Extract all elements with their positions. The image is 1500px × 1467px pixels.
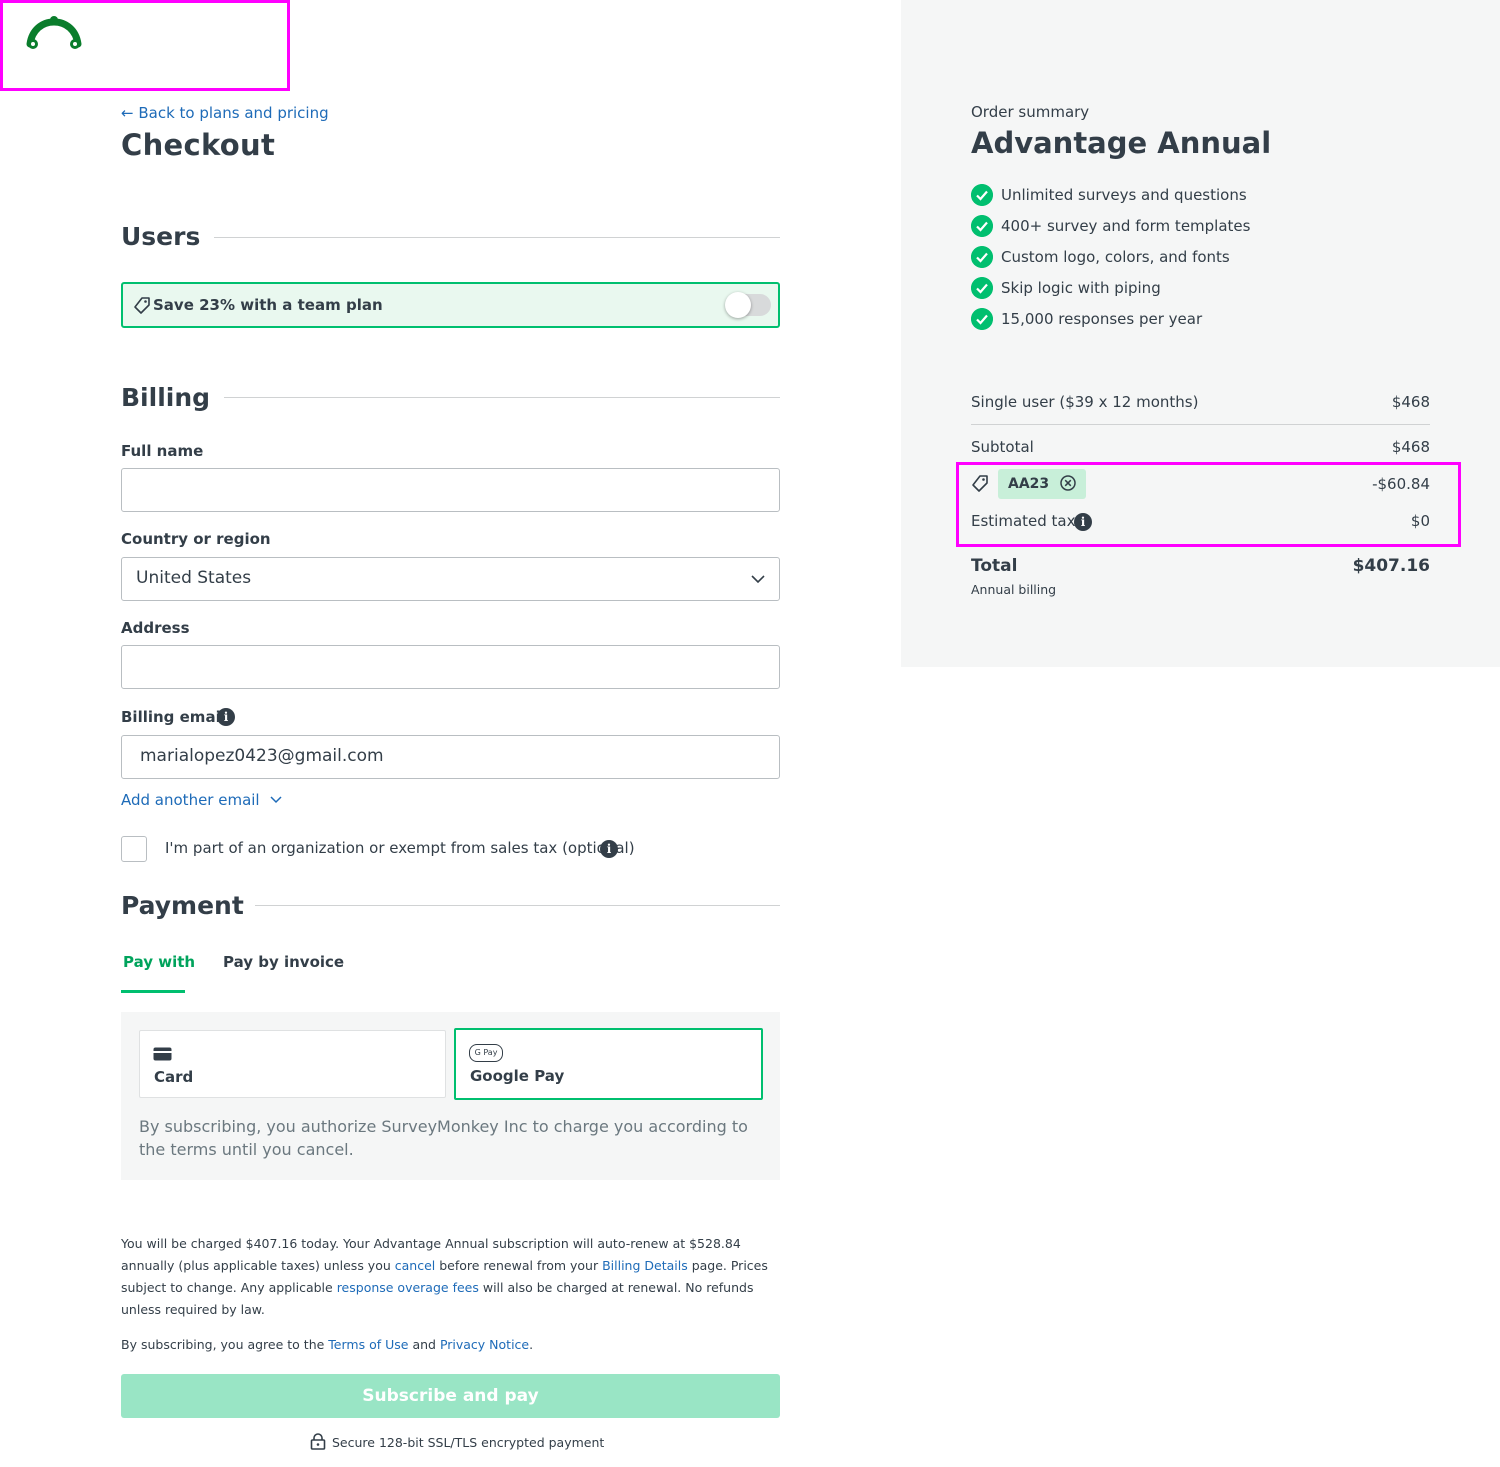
check-circle-icon bbox=[971, 277, 993, 299]
overage-fees-link[interactable]: response overage fees bbox=[337, 1280, 479, 1295]
credit-card-icon bbox=[153, 1047, 172, 1061]
tax-exempt-info-icon[interactable]: i bbox=[600, 840, 618, 858]
line-item-amount: $468 bbox=[1391, 393, 1430, 411]
tax-exempt-label: I'm part of an organization or exempt fr… bbox=[165, 839, 635, 857]
order-summary-panel: Order summary Advantage Annual Unlimited… bbox=[901, 0, 1500, 667]
surveymonkey-logo-icon[interactable] bbox=[26, 14, 82, 54]
full-name-label: Full name bbox=[121, 442, 204, 460]
plan-name: Advantage Annual bbox=[971, 126, 1272, 160]
order-summary-label: Order summary bbox=[971, 103, 1090, 121]
billing-email-field[interactable]: marialopez0423@gmail.com bbox=[121, 735, 780, 779]
users-divider bbox=[214, 237, 780, 238]
lock-icon bbox=[310, 1433, 326, 1450]
address-field[interactable] bbox=[121, 645, 780, 689]
team-plan-promo-text: Save 23% with a team plan bbox=[153, 296, 383, 314]
google-pay-method-option[interactable]: G Pay Google Pay bbox=[454, 1028, 763, 1100]
billing-email-label: Billing email bbox=[121, 708, 226, 726]
billing-divider bbox=[224, 397, 780, 398]
chevron-down-icon bbox=[270, 796, 282, 804]
chevron-down-icon bbox=[751, 575, 765, 584]
billing-email-value: marialopez0423@gmail.com bbox=[140, 746, 384, 766]
users-heading: Users bbox=[121, 222, 201, 251]
toggle-knob bbox=[725, 292, 751, 318]
add-another-email-link[interactable]: Add another email bbox=[121, 791, 282, 809]
billing-email-info-icon[interactable]: i bbox=[217, 708, 235, 726]
country-select[interactable]: United States bbox=[121, 557, 780, 601]
total-amount: $407.16 bbox=[1352, 556, 1430, 576]
payment-divider bbox=[255, 905, 780, 906]
team-plan-promo: Save 23% with a team plan bbox=[121, 282, 780, 328]
check-circle-icon bbox=[971, 308, 993, 330]
subtotal-label: Subtotal bbox=[971, 438, 1034, 456]
terms-agreement: By subscribing, you agree to the Terms o… bbox=[121, 1337, 534, 1352]
country-value: United States bbox=[136, 568, 252, 588]
tab-pay-with[interactable]: Pay with bbox=[123, 953, 195, 971]
active-tab-indicator bbox=[121, 990, 185, 993]
address-label: Address bbox=[121, 619, 190, 637]
line-item-label: Single user ($39 x 12 months) bbox=[971, 393, 1199, 411]
privacy-notice-link[interactable]: Privacy Notice bbox=[440, 1337, 529, 1352]
google-pay-method-label: Google Pay bbox=[470, 1067, 565, 1085]
card-method-option[interactable]: Card bbox=[139, 1030, 446, 1098]
back-to-plans-link[interactable]: ← Back to plans and pricing bbox=[121, 104, 329, 122]
billing-details-link[interactable]: Billing Details bbox=[602, 1258, 688, 1273]
card-method-label: Card bbox=[154, 1068, 194, 1086]
discount-highlight-box bbox=[956, 462, 1461, 547]
total-label: Total bbox=[971, 556, 1018, 576]
team-plan-toggle[interactable] bbox=[725, 292, 771, 318]
authorize-note: By subscribing, you authorize SurveyMonk… bbox=[139, 1117, 748, 1159]
check-circle-icon bbox=[971, 246, 993, 268]
full-name-field[interactable] bbox=[121, 468, 780, 512]
billing-heading: Billing bbox=[121, 383, 211, 412]
payment-method-panel: Card G Pay Google Pay By subscribing, yo… bbox=[121, 1012, 780, 1180]
subscribe-and-pay-button[interactable]: Subscribe and pay bbox=[121, 1374, 780, 1418]
cancel-link[interactable]: cancel bbox=[395, 1258, 436, 1273]
payment-heading: Payment bbox=[121, 891, 244, 920]
country-label: Country or region bbox=[121, 530, 271, 548]
tag-icon bbox=[134, 297, 150, 314]
secure-payment-note: Secure 128-bit SSL/TLS encrypted payment bbox=[310, 1433, 604, 1450]
summary-divider bbox=[971, 424, 1430, 425]
page-title: Checkout bbox=[121, 128, 276, 162]
tax-exempt-checkbox[interactable] bbox=[121, 836, 147, 862]
google-pay-icon: G Pay bbox=[469, 1044, 503, 1062]
tab-pay-by-invoice[interactable]: Pay by invoice bbox=[223, 953, 344, 971]
terms-of-use-link[interactable]: Terms of Use bbox=[328, 1337, 408, 1352]
arrow-left-icon: ← bbox=[121, 104, 134, 122]
renewal-disclosure: You will be charged $407.16 today. Your … bbox=[121, 1236, 768, 1317]
check-circle-icon bbox=[971, 215, 993, 237]
subtotal-amount: $468 bbox=[1391, 438, 1430, 456]
check-circle-icon bbox=[971, 184, 993, 206]
billing-frequency-note: Annual billing bbox=[971, 582, 1057, 597]
